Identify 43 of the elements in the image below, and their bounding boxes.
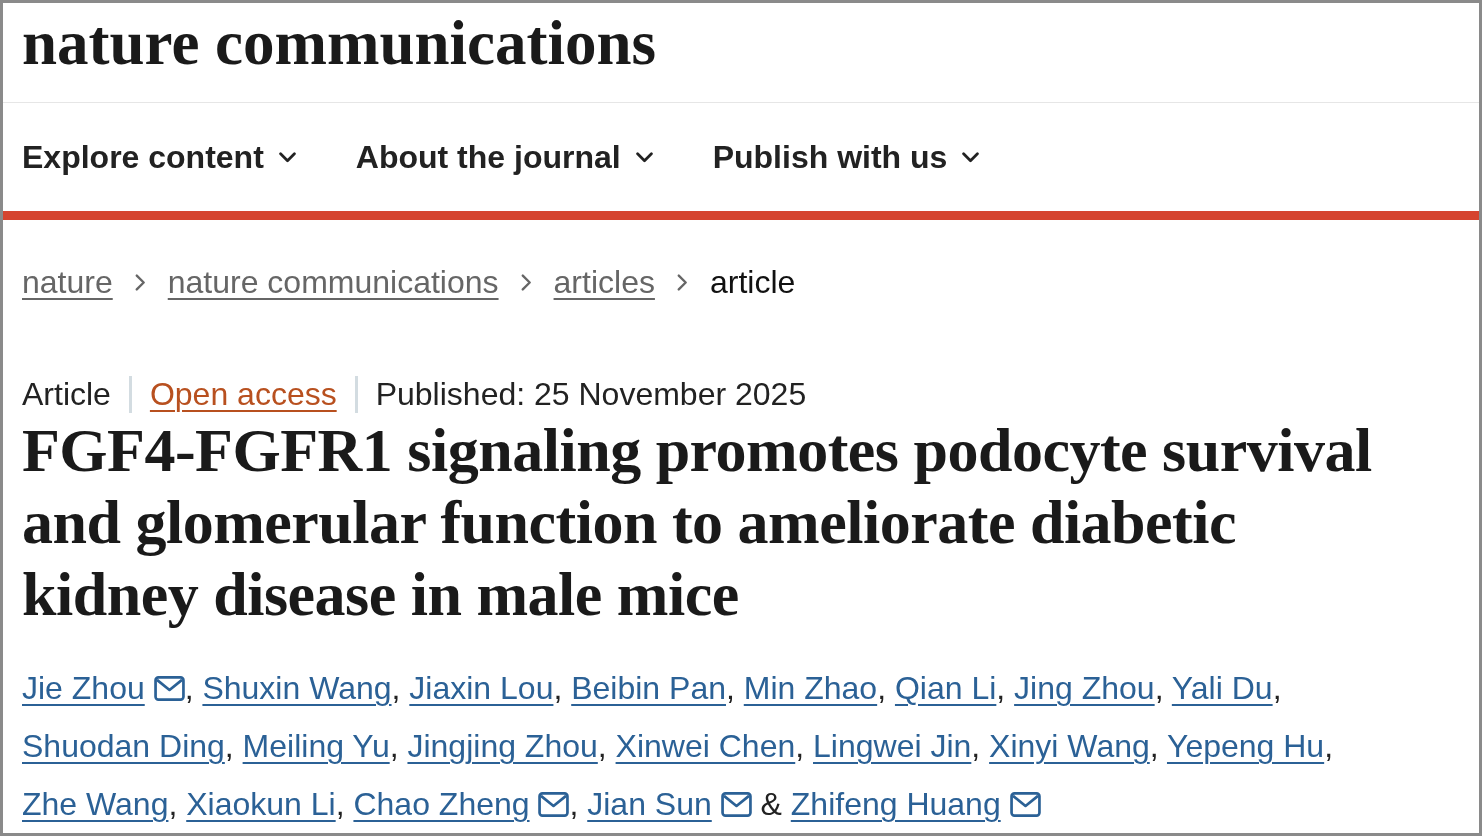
author-link[interactable]: Beibin Pan	[571, 670, 726, 706]
nav-menu-button[interactable]: About the journal	[355, 137, 653, 177]
chevron-down-icon	[962, 151, 980, 163]
mail-icon[interactable]	[720, 792, 752, 817]
author-link[interactable]: Lingwei Jin	[813, 728, 972, 764]
chevron-right-icon	[520, 273, 532, 291]
author-link[interactable]: Jing Zhou	[1014, 670, 1155, 706]
mail-icon[interactable]	[1009, 792, 1041, 817]
author-link[interactable]: Qian Li	[894, 670, 997, 706]
mail-icon[interactable]	[153, 676, 185, 701]
author-link[interactable]: Min Zhao	[743, 670, 878, 706]
author-link[interactable]: Xinyi Wang	[989, 728, 1150, 764]
chevron-right-icon	[134, 273, 146, 291]
author-link[interactable]: Jian Sun	[587, 786, 712, 822]
author-list: Jie Zhou , Shuxin Wang, Jiaxin Lou, Beibin Pan, Min Zhao, Qian Li, Jing Zhou, Yali Du, Shuodan Ding, Meiling Yu, Jingjing Zhou, Xinwei Chen, Lingwei Jin, Xinyi Wang, Yepeng Hu, Zhe Wang, Xiaokun Li, Chao Zheng , Jian Sun & Zhifeng Huang	[22, 659, 1460, 833]
author-link[interactable]: Shuxin Wang	[202, 670, 392, 706]
author-link[interactable]: Chao Zheng	[353, 786, 530, 822]
breadcrumb-link[interactable]: nature	[22, 262, 113, 302]
author-link[interactable]: Xiaokun Li	[186, 786, 336, 822]
author-link[interactable]: Zhifeng Huang	[790, 786, 1001, 822]
author-link[interactable]: Meiling Yu	[242, 728, 390, 764]
author-link[interactable]: Yepeng Hu	[1166, 728, 1325, 764]
breadcrumb-link[interactable]: articles	[553, 262, 655, 302]
breadcrumb-current: article	[709, 263, 796, 302]
chevron-right-icon	[676, 273, 688, 291]
published-date: Published: 25 November 2025	[375, 375, 807, 414]
author-link[interactable]: Jie Zhou	[22, 670, 145, 706]
author-link[interactable]: Yali Du	[1171, 670, 1273, 706]
nav-menu-button[interactable]: Explore content	[22, 137, 296, 177]
author-link[interactable]: Jiaxin Lou	[409, 670, 554, 706]
chevron-down-icon	[278, 151, 296, 163]
chevron-down-icon	[635, 151, 653, 163]
article-title: FGF4-FGFR1 signaling promotes podocyte survival and glomerular function to ameliorate diabetic kidney disease in male mice	[22, 415, 1373, 630]
author-link[interactable]: Xinwei Chen	[615, 728, 796, 764]
open-access-link[interactable]: Open access	[149, 374, 337, 414]
author-link[interactable]: Jingjing Zhou	[407, 728, 598, 764]
nav-menu-button[interactable]: Publish with us	[712, 137, 980, 177]
mail-icon[interactable]	[538, 792, 570, 817]
author-link[interactable]: Shuodan Ding	[22, 728, 225, 764]
article-type: Article	[22, 375, 111, 414]
site-logo[interactable]: nature communications	[22, 12, 657, 75]
author-link[interactable]: Zhe Wang	[22, 786, 169, 822]
breadcrumb-link[interactable]: nature communications	[167, 262, 499, 302]
